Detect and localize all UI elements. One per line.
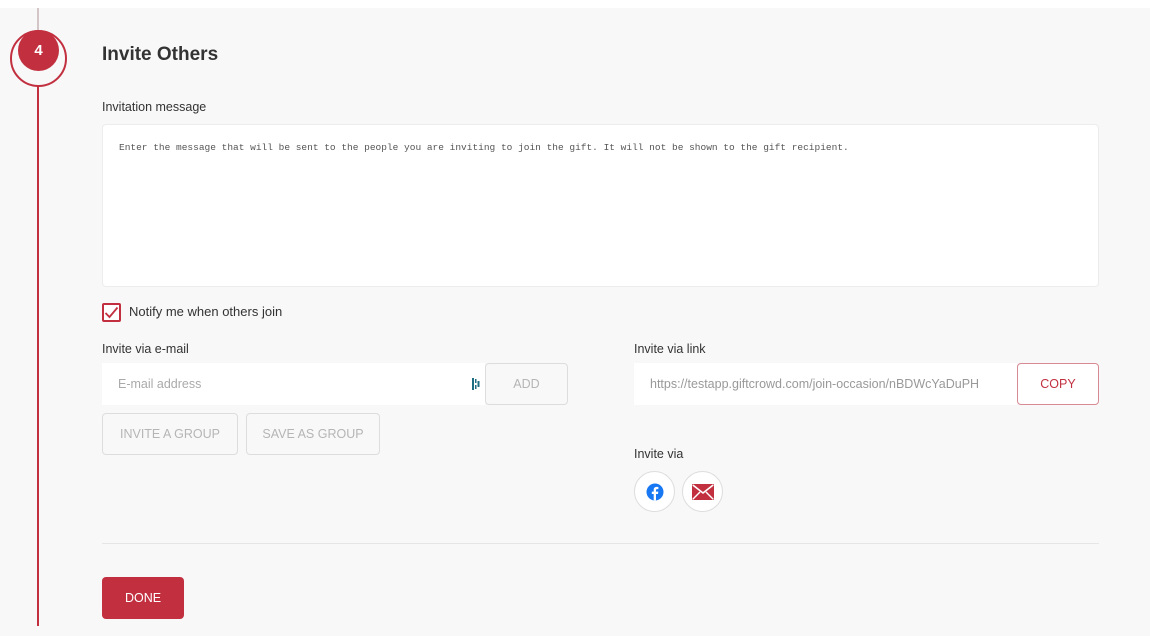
notify-checkbox[interactable] xyxy=(102,303,121,322)
invitation-message-label: Invitation message xyxy=(102,100,207,114)
section-title: Invite Others xyxy=(102,44,219,65)
timeline-line xyxy=(37,74,39,626)
copy-link-button[interactable]: COPY xyxy=(1017,363,1099,405)
email-input[interactable] xyxy=(102,363,485,405)
step-number-badge: 4 xyxy=(18,30,59,71)
password-manager-icon[interactable] xyxy=(472,378,480,390)
add-email-button[interactable]: ADD xyxy=(485,363,568,405)
checkmark-icon xyxy=(104,306,119,319)
invite-group-button[interactable]: INVITE A GROUP xyxy=(102,413,238,455)
notify-label[interactable]: Notify me when others join xyxy=(129,304,282,319)
facebook-icon xyxy=(646,483,663,500)
save-as-group-button[interactable]: SAVE AS GROUP xyxy=(246,413,380,455)
envelope-icon xyxy=(691,483,714,500)
invitation-message-textarea[interactable] xyxy=(102,124,1099,287)
share-email-button[interactable] xyxy=(682,471,723,512)
invite-via-label: Invite via xyxy=(634,447,684,461)
done-button[interactable]: DONE xyxy=(102,577,184,619)
share-facebook-button[interactable] xyxy=(634,471,675,512)
invite-email-label: Invite via e-mail xyxy=(102,342,189,356)
invite-link-label: Invite via link xyxy=(634,342,706,356)
section-divider xyxy=(102,543,1099,544)
invite-link-input[interactable] xyxy=(634,363,1017,405)
